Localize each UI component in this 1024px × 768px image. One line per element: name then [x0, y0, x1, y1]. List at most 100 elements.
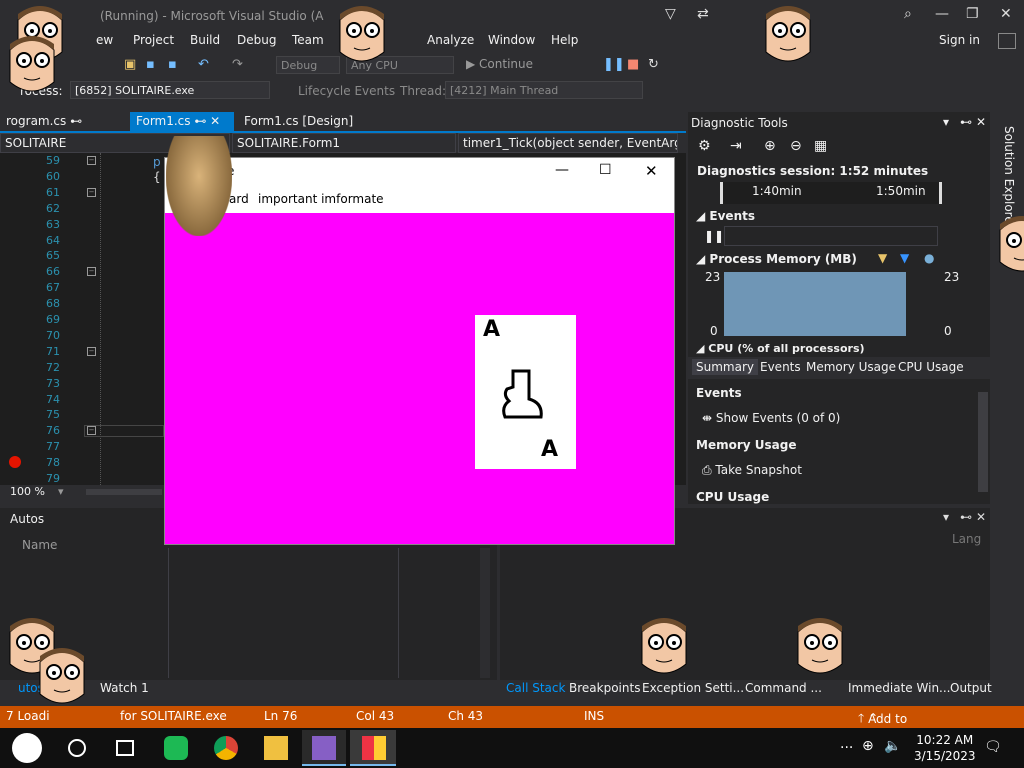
undo-icon[interactable]: ↶	[198, 57, 209, 72]
menu-window[interactable]: Window	[488, 33, 535, 47]
tab-command[interactable]: Command ...	[745, 681, 822, 695]
reset-zoom-icon[interactable]: ▦	[814, 138, 827, 154]
fold-toggle-icon[interactable]: −	[87, 267, 96, 277]
member-nav-dropdown[interactable]: timer1_Tick(object sender, EventArg	[458, 133, 678, 153]
clock[interactable]: 10:22 AM 3/15/2023	[914, 732, 976, 764]
panel-close-icon[interactable]: ✕	[976, 115, 986, 129]
tab-form1-cs[interactable]: Form1.cs ⊷ ✕	[130, 112, 234, 131]
card-suit-drawing	[502, 369, 543, 419]
zoom-level[interactable]: 100 %	[10, 485, 45, 498]
stop-icon[interactable]: ■	[627, 57, 639, 72]
tab-output[interactable]: Output	[950, 681, 992, 695]
solitaire-app-icon[interactable]	[362, 736, 386, 760]
sign-in-link[interactable]: Sign in	[939, 33, 980, 47]
tab-events[interactable]: Events	[760, 360, 801, 374]
menu-debug[interactable]: Debug	[237, 33, 276, 47]
show-events-link[interactable]: ⇼ Show Events (0 of 0)	[702, 411, 840, 425]
pin-icon[interactable]: ⊷	[960, 510, 972, 524]
feedback-icon[interactable]: ⇄	[697, 6, 709, 22]
process-dropdown[interactable]: [6852] SOLITAIRE.exe	[70, 81, 270, 99]
menu-view[interactable]: ew	[96, 33, 113, 47]
panel-menu-icon[interactable]: ▾	[943, 510, 949, 524]
menu-help[interactable]: Help	[551, 33, 578, 47]
pause-icon[interactable]: ❚❚	[704, 229, 724, 243]
panel-menu-icon[interactable]: ▾	[943, 115, 949, 129]
tab-call-stack[interactable]: Call Stack	[506, 681, 565, 695]
chevron-down-icon[interactable]: ▾	[58, 485, 64, 498]
lifecycle-events[interactable]: Lifecycle Events	[298, 84, 395, 98]
spotify-icon[interactable]	[164, 736, 188, 760]
horizontal-scrollbar[interactable]	[86, 489, 162, 495]
restart-icon[interactable]: ↻	[648, 57, 659, 72]
playing-card[interactable]: A A	[475, 315, 576, 469]
tab-summary[interactable]: Summary	[692, 359, 758, 375]
tab-exception-setti[interactable]: Exception Setti...	[642, 681, 744, 695]
task-view-icon[interactable]	[116, 740, 134, 756]
summary-scrollbar[interactable]	[978, 392, 988, 492]
fold-toggle-icon[interactable]: −	[87, 346, 96, 356]
take-snapshot-button[interactable]: ⎙ Take Snapshot	[702, 463, 802, 478]
search-icon[interactable]: ⌕	[904, 6, 912, 22]
tab-immediate-win[interactable]: Immediate Win...	[848, 681, 951, 695]
tab-program-cs[interactable]: rogram.cs ⊷	[0, 112, 128, 131]
visual-studio-icon[interactable]	[312, 736, 336, 760]
pause-icon[interactable]: ❚❚	[603, 57, 625, 72]
menu-team[interactable]: Team	[292, 33, 324, 47]
app-minimize-button[interactable]: —	[555, 162, 569, 178]
continue-button[interactable]: ▶ Continue	[466, 57, 533, 71]
app-close-button[interactable]: ✕	[645, 162, 658, 180]
tab-breakpoints[interactable]: Breakpoints	[569, 681, 640, 695]
panel-close-icon[interactable]: ✕	[976, 510, 986, 524]
source-control-button[interactable]: 🡑 Add to Source Control ⌃	[858, 709, 911, 754]
class-nav-dropdown[interactable]: SOLITAIRE.Form1	[232, 133, 456, 153]
zoom-in-icon[interactable]: ⊕	[764, 138, 776, 154]
autos-scrollbar[interactable]	[480, 548, 490, 678]
line-number: 77	[46, 440, 60, 454]
line-number: 73	[46, 376, 60, 390]
memory-min-left: 0	[710, 324, 718, 338]
export-icon[interactable]: ⇥	[730, 138, 742, 154]
line-number: 72	[46, 360, 60, 374]
fold-toggle-icon[interactable]: −	[87, 156, 96, 165]
redo-icon[interactable]: ↷	[232, 57, 243, 72]
minimize-button[interactable]: —	[935, 6, 949, 22]
network-icon[interactable]: ⊕	[862, 738, 874, 754]
line-number: 63	[46, 217, 60, 231]
save-icon[interactable]: ▪	[146, 57, 155, 72]
app-maximize-button[interactable]: ☐	[599, 162, 612, 178]
app-menu-item-info[interactable]: important imformate	[258, 192, 384, 206]
zoom-out-icon[interactable]: ⊖	[790, 138, 802, 154]
tab-watch-1[interactable]: Watch 1	[100, 681, 149, 695]
tab-memory-usage[interactable]: Memory Usage	[806, 360, 896, 374]
thread-dropdown[interactable]: [4212] Main Thread	[445, 81, 643, 99]
tab-form1-design[interactable]: Form1.cs [Design] ⊷	[238, 112, 368, 142]
menu-analyze[interactable]: Analyze	[427, 33, 474, 47]
tab-cpu-usage[interactable]: CPU Usage	[898, 360, 964, 374]
filter-icon[interactable]: ▽	[665, 6, 676, 22]
summary-cpu-heading: CPU Usage	[696, 490, 770, 504]
notification-icon[interactable]: 🗨	[984, 739, 1002, 755]
cartoon-face-image	[990, 210, 1024, 280]
start-button-icon[interactable]	[12, 733, 42, 763]
open-folder-icon[interactable]: ▣	[124, 57, 136, 72]
chrome-icon[interactable]	[214, 736, 238, 760]
menu-project[interactable]: Project	[133, 33, 174, 47]
restore-button[interactable]: ❐	[966, 6, 979, 22]
fold-toggle-icon[interactable]: −	[87, 187, 96, 197]
file-explorer-icon[interactable]	[264, 736, 288, 760]
line-number: 75	[46, 408, 60, 422]
overflow-icon[interactable]: ···	[840, 740, 853, 756]
menu-build[interactable]: Build	[190, 33, 220, 47]
breakpoint-icon[interactable]	[9, 456, 21, 468]
close-button[interactable]: ✕	[1000, 6, 1012, 22]
volume-icon[interactable]: 🔈	[884, 738, 901, 754]
account-icon[interactable]	[998, 33, 1016, 49]
settings-icon[interactable]: ⚙	[698, 138, 711, 154]
cortana-icon[interactable]	[68, 739, 86, 757]
status-insert-mode: INS	[584, 709, 605, 723]
line-number: 66	[46, 265, 60, 279]
save-all-icon[interactable]: ▪	[168, 57, 177, 72]
game-board[interactable]: A A	[165, 213, 674, 544]
autos-name-column[interactable]: Name	[22, 538, 57, 552]
pin-icon[interactable]: ⊷	[960, 115, 972, 129]
